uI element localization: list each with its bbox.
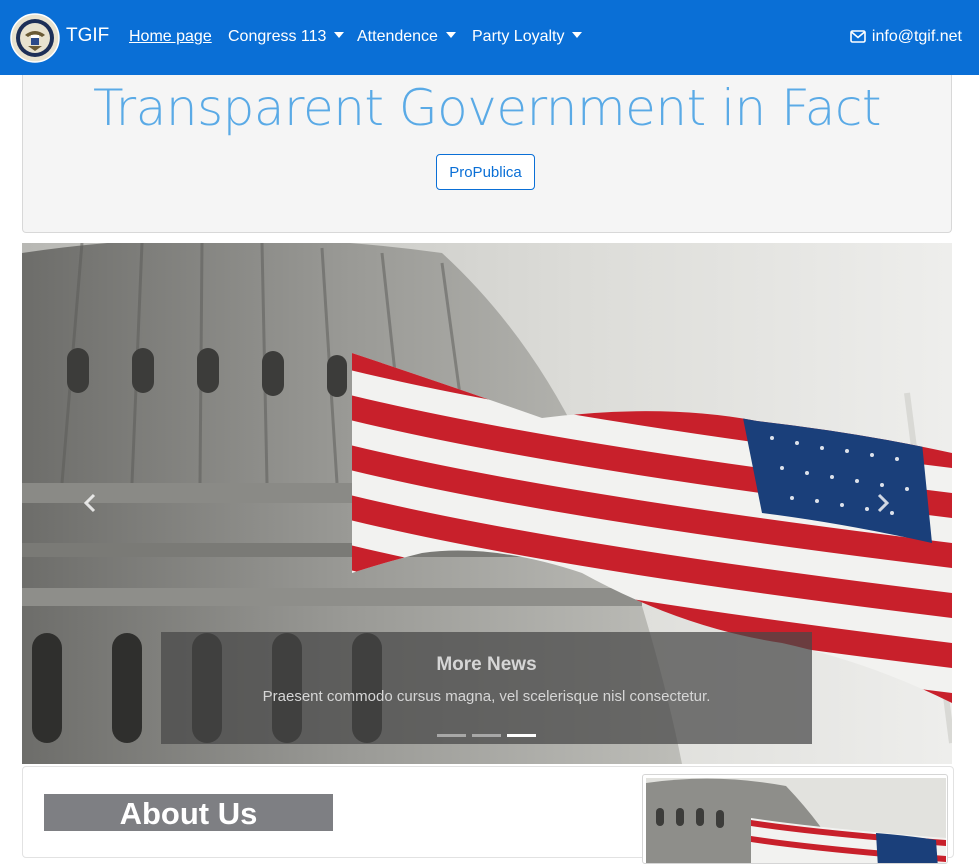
- about-section: About Us: [22, 766, 954, 864]
- chevron-left-icon[interactable]: [81, 493, 101, 513]
- top-navbar: TGIF Home page Congress 113 Attendence P…: [0, 0, 979, 75]
- caret-down-icon: [334, 32, 345, 38]
- chevron-right-icon[interactable]: [872, 493, 892, 513]
- caret-down-icon: [445, 32, 456, 38]
- caret-down-icon: [572, 32, 583, 38]
- caption-title: More News: [436, 654, 537, 675]
- about-heading: About Us: [44, 794, 333, 831]
- carousel-indicators: [161, 734, 812, 737]
- nav-home-page-label: Home page: [129, 28, 212, 45]
- nav-party-loyalty-label: Party Loyalty: [472, 28, 565, 45]
- slide-indicator-2[interactable]: [472, 734, 501, 737]
- about-thumbnail: [642, 774, 948, 864]
- capitol-flag-thumbnail-image: [646, 778, 946, 863]
- envelope-icon: [850, 30, 866, 43]
- nav-party-loyalty-dropdown[interactable]: Party Loyalty: [472, 28, 583, 46]
- nav-home-page[interactable]: Home page: [129, 28, 212, 46]
- nav-congress-113-dropdown[interactable]: Congress 113: [228, 28, 345, 46]
- carousel-caption: More News Praesent commodo cursus magna,…: [161, 632, 812, 744]
- slide-indicator-3[interactable]: [507, 734, 536, 737]
- hero-jumbotron: Transparent Government in Fact ProPublic…: [22, 75, 952, 233]
- page-title: Transparent Government in Fact: [92, 79, 882, 137]
- slide-indicator-1[interactable]: [437, 734, 466, 737]
- contact-email-link[interactable]: info@tgif.net: [850, 28, 962, 46]
- house-seal-logo[interactable]: [10, 13, 60, 63]
- nav-congress-113-label: Congress 113: [228, 28, 327, 45]
- brand-name[interactable]: TGIF: [66, 25, 109, 47]
- propublica-button[interactable]: ProPublica: [436, 154, 535, 190]
- contact-email-text: info@tgif.net: [871, 28, 962, 45]
- nav-attendence-label: Attendence: [357, 28, 438, 45]
- caption-text: Praesent commodo cursus magna, vel scele…: [262, 688, 711, 705]
- nav-attendence-dropdown[interactable]: Attendence: [357, 28, 456, 46]
- image-carousel: More News Praesent commodo cursus magna,…: [22, 243, 952, 764]
